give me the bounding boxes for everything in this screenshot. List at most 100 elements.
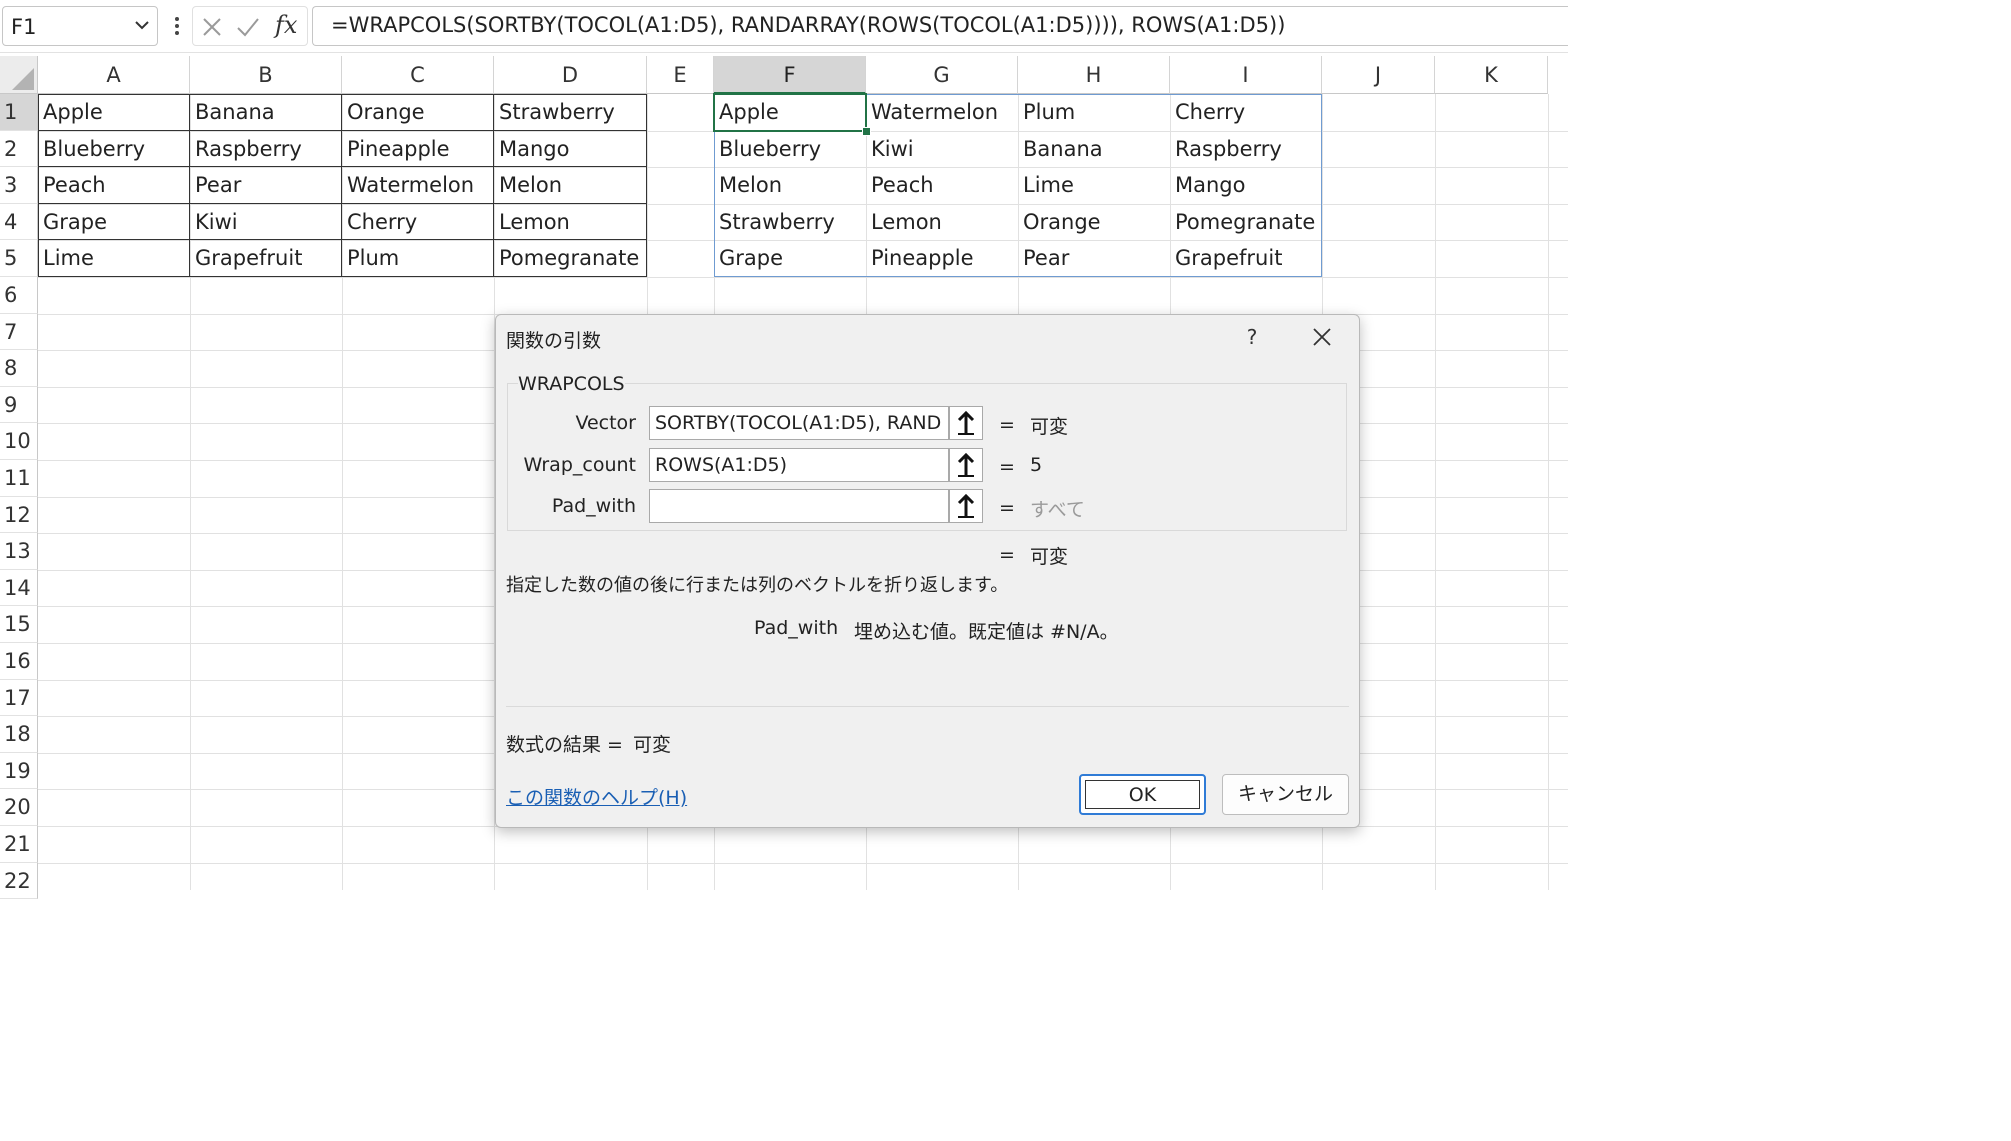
column-header-h[interactable]: H bbox=[1018, 56, 1170, 94]
insert-function-button[interactable]: fx bbox=[275, 11, 297, 39]
cell-a5[interactable]: Lime bbox=[38, 240, 190, 277]
cell-g1[interactable]: Watermelon bbox=[866, 94, 1018, 131]
row-header-21[interactable]: 21 bbox=[0, 826, 38, 863]
cell-d2[interactable]: Mango bbox=[494, 130, 647, 168]
vector-collapse-button[interactable] bbox=[949, 406, 983, 440]
row-header-2[interactable]: 2 bbox=[0, 130, 38, 168]
cancel-button[interactable]: キャンセル bbox=[1222, 774, 1349, 815]
column-header-a[interactable]: A bbox=[38, 56, 190, 94]
cell-b1[interactable]: Banana bbox=[190, 94, 342, 131]
cell-i2[interactable]: Raspberry bbox=[1170, 131, 1322, 168]
cell-a4[interactable]: Grape bbox=[38, 203, 190, 241]
row-header-11[interactable]: 11 bbox=[0, 460, 38, 497]
more-options-icon[interactable] bbox=[168, 12, 186, 40]
row-header-1[interactable]: 1 bbox=[0, 94, 38, 131]
cell-i5[interactable]: Grapefruit bbox=[1170, 240, 1322, 277]
close-icon[interactable] bbox=[1312, 327, 1332, 347]
row-header-5[interactable]: 5 bbox=[0, 240, 38, 277]
cell-c3[interactable]: Watermelon bbox=[342, 167, 494, 204]
cell-f3[interactable]: Melon bbox=[714, 167, 866, 204]
cell-a1[interactable]: Apple bbox=[38, 94, 190, 131]
row-header-15[interactable]: 15 bbox=[0, 606, 38, 643]
row-header-12[interactable]: 12 bbox=[0, 496, 38, 534]
cancel-icon[interactable] bbox=[199, 14, 225, 40]
select-all-button[interactable] bbox=[0, 56, 38, 94]
dialog-title: 関数の引数 bbox=[506, 330, 602, 352]
row-header-10[interactable]: 10 bbox=[0, 423, 38, 460]
column-header-b[interactable]: B bbox=[190, 56, 342, 94]
cell-h1[interactable]: Plum bbox=[1018, 94, 1170, 131]
cell-f2[interactable]: Blueberry bbox=[714, 131, 866, 168]
wrap-count-equals: = bbox=[999, 456, 1015, 478]
cell-i4[interactable]: Pomegranate bbox=[1170, 204, 1322, 241]
pad-with-collapse-button[interactable] bbox=[949, 489, 983, 523]
cell-g2[interactable]: Kiwi bbox=[866, 131, 1018, 168]
wrap-count-input[interactable]: ROWS(A1:D5) bbox=[649, 448, 949, 482]
function-help-link[interactable]: この関数のヘルプ(H) bbox=[506, 783, 687, 810]
cell-d3[interactable]: Melon bbox=[494, 167, 647, 204]
cell-g4[interactable]: Lemon bbox=[866, 204, 1018, 241]
cell-h4[interactable]: Orange bbox=[1018, 204, 1170, 241]
wrap-count-result: 5 bbox=[1030, 454, 1043, 476]
cell-h2[interactable]: Banana bbox=[1018, 131, 1170, 168]
ok-button[interactable]: OK bbox=[1079, 774, 1206, 815]
name-box[interactable]: F1 bbox=[2, 6, 158, 46]
cell-c5[interactable]: Plum bbox=[342, 240, 494, 277]
fill-handle[interactable] bbox=[862, 127, 871, 136]
cell-f5[interactable]: Grape bbox=[714, 240, 866, 277]
column-header-c[interactable]: C bbox=[342, 56, 494, 94]
cell-d4[interactable]: Lemon bbox=[494, 203, 647, 241]
row-header-16[interactable]: 16 bbox=[0, 643, 38, 680]
row-header-8[interactable]: 8 bbox=[0, 350, 38, 387]
column-header-k[interactable]: K bbox=[1435, 56, 1548, 94]
overall-equals: = bbox=[999, 544, 1015, 566]
pad-with-input[interactable] bbox=[649, 489, 949, 523]
row-header-9[interactable]: 9 bbox=[0, 386, 38, 424]
cell-i1[interactable]: Cherry bbox=[1170, 94, 1322, 131]
row-header-13[interactable]: 13 bbox=[0, 533, 38, 570]
cell-c1[interactable]: Orange bbox=[342, 94, 494, 131]
row-header-17[interactable]: 17 bbox=[0, 679, 38, 717]
row-header-19[interactable]: 19 bbox=[0, 752, 38, 790]
column-header-i[interactable]: I bbox=[1170, 56, 1322, 94]
cell-f1[interactable]: Apple bbox=[714, 94, 866, 131]
wrap-count-collapse-button[interactable] bbox=[949, 448, 983, 482]
cell-c2[interactable]: Pineapple bbox=[342, 130, 494, 168]
column-header-e[interactable]: E bbox=[647, 56, 714, 94]
column-header-d[interactable]: D bbox=[494, 56, 647, 94]
cell-b4[interactable]: Kiwi bbox=[190, 203, 342, 241]
row-header-6[interactable]: 6 bbox=[0, 277, 38, 314]
cell-i3[interactable]: Mango bbox=[1170, 167, 1322, 204]
row-header-3[interactable]: 3 bbox=[0, 167, 38, 204]
row-header-7[interactable]: 7 bbox=[0, 313, 38, 351]
enter-check-icon[interactable] bbox=[235, 14, 261, 40]
cell-g5[interactable]: Pineapple bbox=[866, 240, 1018, 277]
name-box-value: F1 bbox=[11, 15, 37, 39]
row-header-4[interactable]: 4 bbox=[0, 203, 38, 241]
cell-d5[interactable]: Pomegranate bbox=[494, 240, 647, 277]
help-button[interactable]: ? bbox=[1242, 325, 1262, 349]
column-header-g[interactable]: G bbox=[866, 56, 1018, 94]
row-header-22[interactable]: 22 bbox=[0, 862, 38, 900]
vector-input[interactable]: SORTBY(TOCOL(A1:D5), RAND bbox=[649, 406, 949, 440]
cell-b5[interactable]: Grapefruit bbox=[190, 240, 342, 277]
column-header-j[interactable]: J bbox=[1322, 56, 1435, 94]
cell-a2[interactable]: Blueberry bbox=[38, 130, 190, 168]
cell-c4[interactable]: Cherry bbox=[342, 203, 494, 241]
cell-h5[interactable]: Pear bbox=[1018, 240, 1170, 277]
cell-b3[interactable]: Pear bbox=[190, 167, 342, 204]
cell-a3[interactable]: Peach bbox=[38, 167, 190, 204]
formula-bar: F1 fx =WRAPCOLS(SORTBY(TOCOL(A1:D5), RAN… bbox=[0, 0, 1568, 53]
row-header-20[interactable]: 20 bbox=[0, 789, 38, 826]
cell-b2[interactable]: Raspberry bbox=[190, 130, 342, 168]
chevron-down-icon[interactable] bbox=[133, 16, 151, 34]
arrow-up-icon bbox=[957, 410, 975, 435]
cell-g3[interactable]: Peach bbox=[866, 167, 1018, 204]
row-header-18[interactable]: 18 bbox=[0, 716, 38, 753]
column-header-f[interactable]: F bbox=[714, 56, 866, 94]
cell-h3[interactable]: Lime bbox=[1018, 167, 1170, 204]
cell-f4[interactable]: Strawberry bbox=[714, 204, 866, 241]
row-header-14[interactable]: 14 bbox=[0, 569, 38, 607]
formula-input[interactable]: =WRAPCOLS(SORTBY(TOCOL(A1:D5), RANDARRAY… bbox=[312, 6, 1568, 46]
cell-d1[interactable]: Strawberry bbox=[494, 94, 647, 131]
